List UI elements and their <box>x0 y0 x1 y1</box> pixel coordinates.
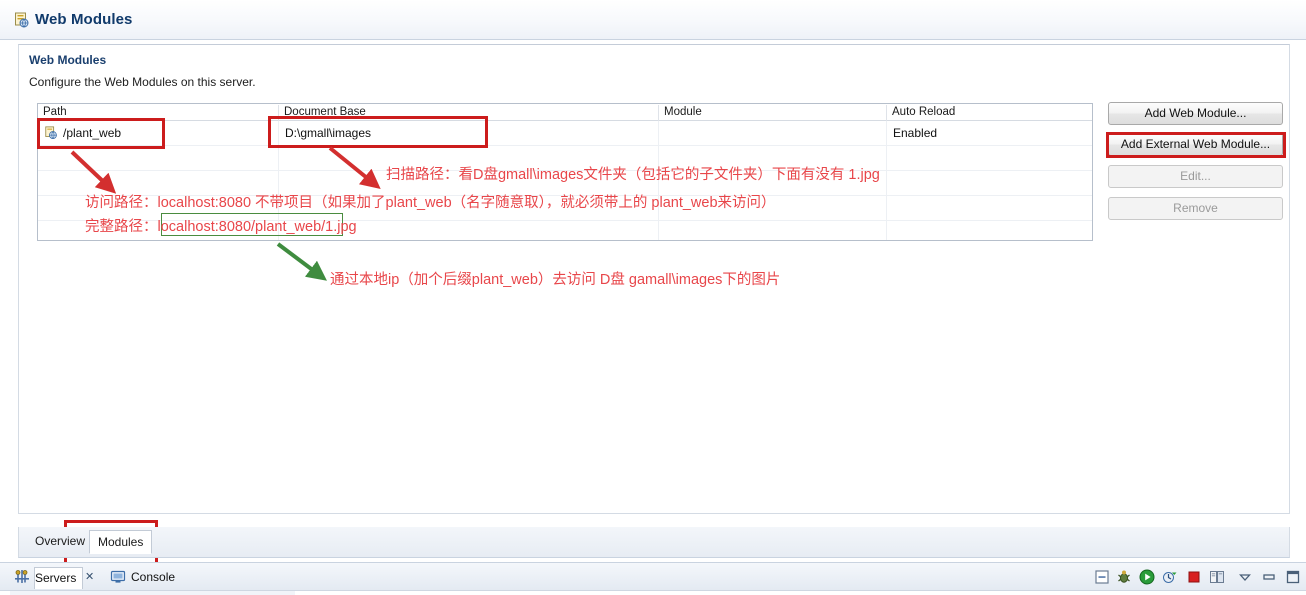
cell-document-base[interactable]: D:\gmall\images <box>285 121 371 146</box>
cell-path[interactable]: /plant_web <box>63 121 121 146</box>
add-web-module-button[interactable]: Add Web Module... <box>1108 102 1283 125</box>
view-tab-console[interactable]: Console <box>131 567 175 589</box>
stop-icon[interactable] <box>1186 569 1202 585</box>
servers-view-content <box>0 590 1306 595</box>
section-heading: Web Modules <box>29 53 107 67</box>
section-description: Configure the Web Modules on this server… <box>29 75 256 89</box>
remove-button[interactable]: Remove <box>1108 197 1283 220</box>
web-module-icon <box>15 12 29 28</box>
column-header-path[interactable]: Path <box>38 105 278 121</box>
view-tab-bar: Servers ✕ Console <box>0 562 1306 590</box>
editor-tab-bar: Overview Modules <box>18 527 1290 558</box>
edit-button[interactable]: Edit... <box>1108 165 1283 188</box>
tab-overview[interactable]: Overview <box>27 530 93 554</box>
maximize-icon[interactable] <box>1285 569 1301 585</box>
annotation-full-path: 完整路径：localhost:8080/plant_web/1.jpg <box>85 219 357 235</box>
editor-title-bar: Web Modules <box>0 0 1306 40</box>
view-tab-servers[interactable]: Servers <box>34 567 84 589</box>
eclipse-editor-window: Web Modules Web Modules Configure the We… <box>0 0 1306 595</box>
annotation-access-path: 访问路径：localhost:8080 不带项目（如果加了plant_web（名… <box>85 195 776 211</box>
debug-icon[interactable] <box>1116 569 1132 585</box>
tab-modules[interactable]: Modules <box>89 530 153 554</box>
view-menu-icon[interactable] <box>1237 569 1253 585</box>
profile-icon[interactable] <box>1162 569 1178 585</box>
table-header-row: Path Document Base Module Auto Reload <box>38 104 1092 121</box>
console-icon <box>110 570 126 583</box>
add-external-web-module-button[interactable]: Add External Web Module... <box>1108 133 1283 156</box>
column-header-document-base[interactable]: Document Base <box>278 105 658 121</box>
annotation-bottom-note: 通过本地ip（加个后缀plant_web）去访问 D盘 gamall\image… <box>330 272 781 288</box>
publish-icon[interactable] <box>1209 569 1225 585</box>
annotation-scan-path: 扫描路径：看D盘gmall\images文件夹（包括它的子文件夹）下面有没有 1… <box>386 167 880 183</box>
cell-auto-reload[interactable]: Enabled <box>893 121 937 146</box>
servers-icon <box>15 570 29 583</box>
column-header-auto-reload[interactable]: Auto Reload <box>886 105 1092 121</box>
collapse-all-icon[interactable] <box>1094 569 1110 585</box>
close-icon[interactable]: ✕ <box>85 567 94 589</box>
page-title: Web Modules <box>35 11 133 28</box>
run-icon[interactable] <box>1139 569 1155 585</box>
minimize-icon[interactable] <box>1261 569 1277 585</box>
column-header-module[interactable]: Module <box>658 105 886 121</box>
web-module-row-icon <box>45 126 57 140</box>
servers-view-row <box>10 591 295 595</box>
